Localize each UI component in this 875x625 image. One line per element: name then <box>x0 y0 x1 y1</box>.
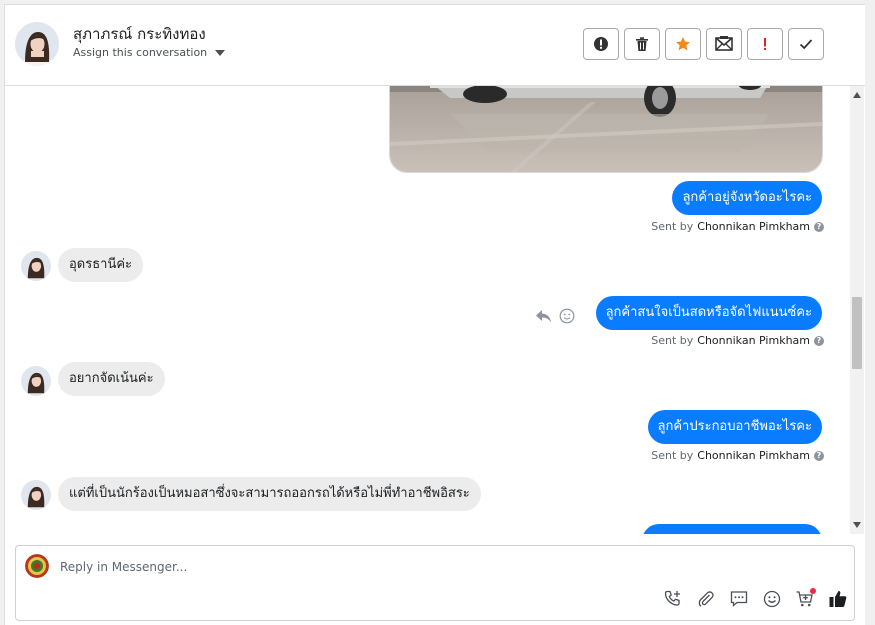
follow-up-button[interactable] <box>747 28 783 60</box>
alert-circle-icon <box>594 37 608 51</box>
help-icon[interactable]: ? <box>814 221 824 232</box>
contact-avatar[interactable] <box>15 22 59 66</box>
thread-scrollbar[interactable] <box>850 86 864 534</box>
message-hover-actions <box>535 308 575 324</box>
scrollbar-thumb[interactable] <box>852 297 862 369</box>
mark-unread-button[interactable] <box>706 28 742 60</box>
exclamation-icon <box>764 38 766 50</box>
incoming-message[interactable]: อุดรธานีค่ะ <box>58 248 144 282</box>
help-icon[interactable]: ? <box>814 335 824 346</box>
outgoing-message[interactable]: ลูกค้าประกอบอาชีพอะไรคะ <box>647 410 822 444</box>
saved-reply-icon <box>730 591 748 607</box>
car-photo[interactable] <box>389 86 823 173</box>
conversation-header: สุภาภรณ์ กระทิงทอง Assign this conversat… <box>5 5 865 86</box>
sent-by-label: Sent by Chonnikan Pimkham ? <box>651 449 824 462</box>
reply-composer <box>15 545 855 621</box>
emoji-reaction-icon[interactable] <box>559 308 575 324</box>
scroll-up-arrow-icon[interactable] <box>853 92 861 98</box>
emoji-icon <box>763 590 781 608</box>
sent-by-prefix: Sent by <box>651 220 694 233</box>
incoming-message[interactable]: แต่ที่เป็นนักร้องเป็นหมอสาซึ่งจะสามารถออ… <box>58 477 481 511</box>
paperclip-icon <box>698 591 714 607</box>
reply-input[interactable] <box>60 556 660 578</box>
sent-by-label: Sent by Chonnikan Pimkham ? <box>651 334 824 347</box>
phone-plus-icon <box>664 590 680 606</box>
done-button[interactable] <box>788 28 824 60</box>
call-button[interactable] <box>662 588 684 610</box>
conversation-actions <box>583 28 824 60</box>
outgoing-message[interactable]: ลูกค้าสนใจเป็นสดหรือจัดไฟแนนซ์คะ <box>595 296 822 330</box>
agent-name: Chonnikan Pimkham <box>697 449 810 462</box>
outgoing-message[interactable]: ลูกค้าอยู่จังหวัดอะไรคะ <box>672 181 822 215</box>
scroll-down-arrow-icon[interactable] <box>853 522 861 528</box>
sent-by-label: Sent by Chonnikan Pimkham ? <box>651 220 824 233</box>
star-icon <box>676 37 690 51</box>
thumbs-up-icon <box>829 591 847 607</box>
agent-name: Chonnikan Pimkham <box>697 220 810 233</box>
outgoing-message-partial[interactable] <box>642 524 822 534</box>
saved-replies-button[interactable] <box>728 588 750 610</box>
checkmark-icon <box>799 39 813 50</box>
contact-name: สุภาภรณ์ กระทิงทอง <box>73 25 206 43</box>
assign-label: Assign this conversation <box>73 46 208 59</box>
sent-by-prefix: Sent by <box>651 449 694 462</box>
incoming-message[interactable]: อยากจัดเน้นค่ะ <box>58 362 165 396</box>
spam-button[interactable] <box>583 28 619 60</box>
star-button[interactable] <box>665 28 701 60</box>
trash-icon <box>636 37 648 51</box>
notification-dot <box>810 588 816 594</box>
emoji-button[interactable] <box>761 588 783 610</box>
message-thread: ลูกค้าอยู่จังหวัดอะไรคะ Sent by Chonnika… <box>5 86 850 534</box>
attach-button[interactable] <box>695 588 717 610</box>
contact-avatar-small <box>21 480 51 510</box>
page-avatar <box>25 554 49 578</box>
shop-button[interactable] <box>794 588 816 610</box>
reply-icon[interactable] <box>535 308 553 324</box>
assign-conversation-dropdown[interactable]: Assign this conversation <box>73 46 226 59</box>
sent-by-prefix: Sent by <box>651 334 694 347</box>
composer-tools <box>662 588 849 610</box>
agent-name: Chonnikan Pimkham <box>697 334 810 347</box>
delete-button[interactable] <box>624 28 660 60</box>
contact-avatar-small <box>21 251 51 281</box>
like-button[interactable] <box>827 588 849 610</box>
help-icon[interactable]: ? <box>814 450 824 461</box>
conversation-panel: สุภาภรณ์ กระทิงทอง Assign this conversat… <box>4 4 865 625</box>
envelope-icon <box>715 36 733 51</box>
caret-down-icon <box>215 49 226 56</box>
contact-avatar-small <box>21 366 51 396</box>
